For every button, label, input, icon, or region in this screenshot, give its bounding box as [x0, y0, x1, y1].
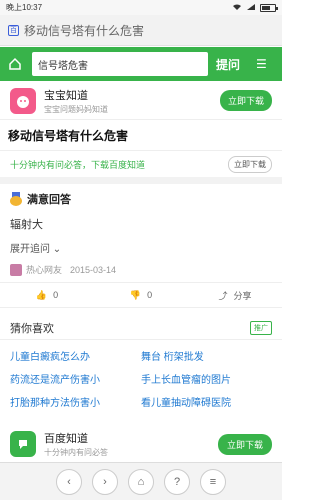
answer-meta: 热心网友 2015-03-14	[0, 259, 282, 280]
answer-section: 满意回答 辐射大 展开追问 ⌄ 热心网友 2015-03-14	[0, 186, 282, 280]
dislike-button[interactable]: 👎 0	[94, 290, 188, 301]
app-title: 宝宝知道	[44, 89, 88, 102]
forward-button[interactable]: ›	[92, 468, 118, 495]
bottom-download-button[interactable]: 立即下载	[217, 433, 272, 455]
menu-icon[interactable]: ☰	[256, 57, 267, 71]
bottom-app-title: 百度知道	[44, 433, 88, 445]
answer-actions: 👍 0 👎 0 ⤴ 分享	[0, 282, 282, 308]
answer-date: 2015-03-14	[70, 264, 117, 275]
promo-row: 十分钟内有问必答，下载百度知道 立即下载	[0, 152, 282, 184]
back-icon: ‹	[67, 475, 71, 488]
app-subtitle: 宝宝问题妈妈知道	[44, 104, 108, 114]
bottom-app-banner: 百度知道 十分钟内有问必答 立即下载	[0, 426, 282, 462]
chevron-down-icon: ⌄	[52, 244, 62, 255]
dislike-count: 0	[147, 290, 153, 300]
browser-url-bar[interactable]: 百 移动信号塔有什么危害	[0, 15, 282, 46]
thumbs-down-icon: 👎	[129, 289, 142, 300]
question-header: 移动信号塔有什么危害	[0, 121, 282, 151]
tabs-button[interactable]: ≡	[200, 468, 226, 495]
status-time: 晚上10:37	[6, 3, 43, 12]
home-button[interactable]: ⌂	[128, 468, 154, 495]
battery-icon	[260, 3, 278, 12]
ask-button[interactable]: 提问	[216, 56, 240, 73]
zhidao-app-logo	[10, 431, 36, 457]
medal-icon	[10, 192, 22, 206]
help-icon: ?	[173, 475, 181, 488]
bottom-app-subtitle: 十分钟内有问必答	[44, 448, 108, 457]
recommendation-link[interactable]: 药流还是流产伤害小	[10, 371, 141, 386]
baby-app-logo	[10, 87, 36, 114]
answer-body: 辐射大	[10, 219, 43, 231]
wifi-icon	[232, 3, 242, 13]
search-input[interactable]: 信号塔危害	[32, 52, 208, 76]
recommendations-title: 猜你喜欢	[10, 322, 54, 335]
ad-tag: 推广	[250, 320, 272, 335]
status-icons	[232, 3, 278, 13]
app-promo-banner: 宝宝知道 宝宝问题妈妈知道 立即下载	[0, 82, 282, 120]
url-text[interactable]: 移动信号塔有什么危害	[24, 22, 144, 39]
recommendations-header: 猜你喜欢 推广	[0, 316, 282, 340]
recommendation-link[interactable]: 手上长血管瘤的图片	[141, 371, 272, 386]
share-icon: ⤴	[218, 290, 228, 301]
download-button[interactable]: 立即下载	[219, 90, 272, 111]
share-button[interactable]: ⤴ 分享	[188, 289, 282, 302]
recommendation-link[interactable]: 打胎那种方法伤害小	[10, 394, 141, 409]
home-icon[interactable]	[4, 53, 26, 75]
forward-icon: ›	[103, 475, 107, 488]
recommendations-grid: 儿童白癜疯怎么办 舞台 桁架批发 药流还是流产伤害小 手上长血管瘤的图片 打胎那…	[0, 340, 282, 417]
like-count: 0	[53, 290, 59, 300]
author-name: 热心网友	[26, 265, 63, 275]
recommendation-link[interactable]: 儿童白癜疯怎么办	[10, 348, 141, 363]
recommendation-link[interactable]: 舞台 桁架批发	[141, 348, 272, 363]
promo-text[interactable]: 十分钟内有问必答，下载百度知道	[10, 158, 145, 171]
share-label: 分享	[233, 290, 252, 301]
tabs-icon: ≡	[209, 475, 217, 488]
expand-followup[interactable]: 展开追问 ⌄	[0, 236, 282, 259]
home-nav-icon: ⌂	[137, 475, 145, 488]
search-query: 信号塔危害	[38, 60, 88, 72]
recommendation-link[interactable]: 看儿童抽动障碍医院	[141, 394, 272, 409]
like-button[interactable]: 👍 0	[0, 290, 94, 301]
page-title: 移动信号塔有什么危害	[8, 129, 129, 143]
baidu-icon: 百	[8, 24, 19, 36]
avatar	[10, 263, 22, 276]
expand-label: 展开追问	[10, 244, 50, 255]
answer-header: 满意回答	[0, 186, 282, 212]
browser-nav-bar: ‹ › ⌂ ? ≡	[0, 462, 282, 500]
search-header: 信号塔危害 提问 ☰	[0, 47, 282, 81]
back-button[interactable]: ‹	[56, 468, 82, 495]
recommendations: 猜你喜欢 推广 儿童白癜疯怎么办 舞台 桁架批发 药流还是流产伤害小 手上长血管…	[0, 316, 282, 417]
help-button[interactable]: ?	[164, 468, 190, 495]
status-bar: 晚上10:37	[0, 0, 282, 15]
promo-download-button[interactable]: 立即下载	[228, 156, 272, 173]
answer-heading: 满意回答	[27, 194, 71, 206]
thumbs-up-icon: 👍	[35, 289, 48, 300]
signal-icon	[246, 3, 256, 13]
